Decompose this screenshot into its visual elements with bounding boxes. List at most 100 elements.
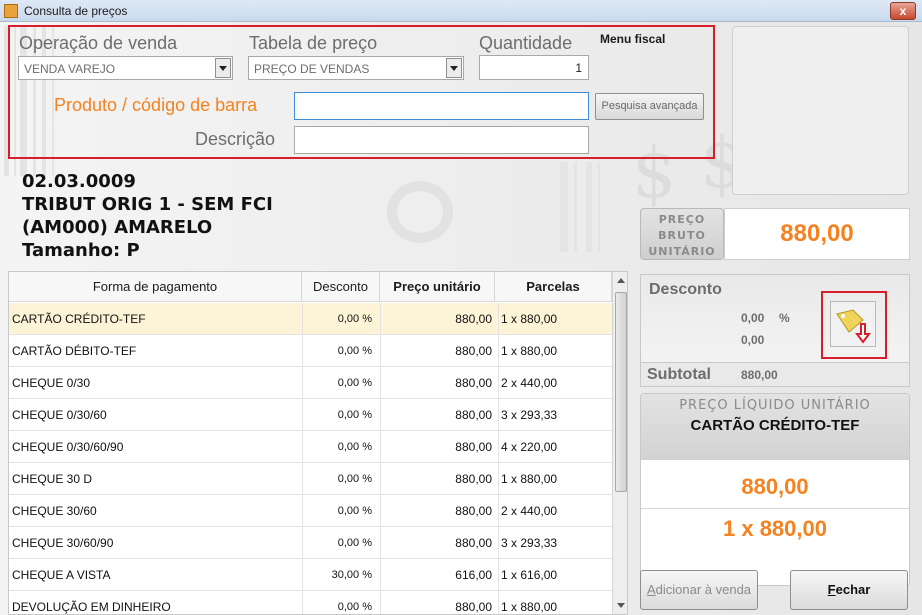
title-bar: Consulta de preços x	[0, 0, 922, 22]
scroll-up-icon[interactable]	[617, 278, 625, 283]
cell-forma: CHEQUE 0/30	[12, 376, 91, 390]
window-title: Consulta de preços	[24, 4, 128, 18]
scroll-down-icon[interactable]	[617, 603, 625, 608]
subtotal-bar: Subtotal 880,00	[641, 362, 909, 386]
cell-desconto: 0,00 %	[337, 345, 372, 357]
cell-preco: 880,00	[455, 504, 492, 518]
discount-panel: Desconto 0,00 % 0,00 Subtotal 880,00	[640, 274, 910, 387]
cell-parcelas: 2 x 440,00	[501, 376, 558, 390]
produto-input[interactable]	[294, 92, 589, 120]
quantidade-label: Quantidade	[479, 33, 573, 53]
fechar-button[interactable]: Fechar	[790, 570, 908, 610]
cell-forma: CHEQUE 30/60	[12, 504, 97, 518]
operacao-select[interactable]: VENDA VAREJO	[18, 56, 233, 80]
cell-desconto: 0,00 %	[337, 313, 372, 325]
cell-divider	[498, 399, 499, 431]
cell-forma: CHEQUE A VISTA	[12, 568, 111, 582]
cell-parcelas: 2 x 440,00	[501, 504, 558, 518]
cell-divider	[498, 431, 499, 463]
discount-title: Desconto	[649, 281, 722, 298]
cell-desconto: 0,00 %	[337, 409, 372, 421]
pesquisa-avancada-button[interactable]: Pesquisa avançada	[595, 93, 704, 120]
scroll-thumb[interactable]	[615, 292, 627, 492]
grid-header: Forma de pagamento Desconto Preço unitár…	[9, 272, 612, 302]
product-code: 02.03.0009	[22, 171, 136, 192]
operacao-value: VENDA VAREJO	[24, 62, 116, 76]
table-row[interactable]: CHEQUE 30/60/90 0,00 % 880,00 3 x 293,33	[9, 527, 612, 559]
cell-forma: CARTÃO CRÉDITO-TEF	[12, 312, 146, 326]
table-row[interactable]: CHEQUE 30/60 0,00 % 880,00 2 x 440,00	[9, 495, 612, 527]
cell-divider	[302, 527, 303, 559]
cell-divider	[302, 495, 303, 527]
net-price-header: PREÇO LÍQUIDO UNITÁRIO CARTÃO CRÉDITO-TE…	[641, 394, 909, 460]
cell-divider	[498, 463, 499, 495]
cell-desconto: 0,00 %	[337, 537, 372, 549]
product-line-1: TRIBUT ORIG 1 - SEM FCI	[22, 194, 273, 215]
operacao-label: Operação de venda	[19, 33, 178, 53]
descricao-label: Descrição	[195, 129, 276, 149]
grid-scrollbar[interactable]	[612, 272, 627, 614]
app-icon	[4, 4, 18, 18]
cell-divider	[302, 463, 303, 495]
column-header-preco[interactable]: Preço unitário	[380, 272, 495, 302]
cell-divider	[380, 335, 381, 367]
column-header-forma[interactable]: Forma de pagamento	[9, 272, 302, 302]
payment-grid: Forma de pagamento Desconto Preço unitár…	[8, 271, 628, 615]
cell-divider	[302, 559, 303, 591]
cell-desconto: 0,00 %	[337, 377, 372, 389]
cell-preco: 616,00	[455, 568, 492, 582]
quantidade-input[interactable]	[479, 55, 589, 80]
table-row[interactable]: CHEQUE 0/30 0,00 % 880,00 2 x 440,00	[9, 367, 612, 399]
product-line-2: (AM000) AMARELO	[22, 217, 213, 238]
chevron-down-icon[interactable]	[446, 58, 462, 78]
chevron-down-icon[interactable]	[215, 58, 231, 78]
cell-divider	[380, 591, 381, 614]
grid-body: CARTÃO CRÉDITO-TEF 0,00 % 880,00 1 x 880,00…	[9, 303, 612, 614]
cell-divider	[302, 367, 303, 399]
cell-divider	[498, 303, 499, 335]
descricao-input[interactable]	[294, 126, 589, 154]
column-header-desconto[interactable]: Desconto	[302, 272, 380, 302]
cell-preco: 880,00	[455, 344, 492, 358]
cell-forma: CHEQUE 0/30/60	[12, 408, 107, 422]
adicionar-venda-button[interactable]: Adicionar à venda	[640, 570, 758, 610]
table-row[interactable]: CARTÃO CRÉDITO-TEF 0,00 % 880,00 1 x 880,00	[9, 303, 612, 335]
cell-preco: 880,00	[455, 472, 492, 486]
product-image-panel	[732, 26, 909, 195]
cell-divider	[380, 303, 381, 335]
cell-preco: 880,00	[455, 440, 492, 454]
net-price-title: PREÇO LÍQUIDO UNITÁRIO	[679, 398, 871, 413]
table-row[interactable]: CHEQUE 0/30/60/90 0,00 % 880,00 4 x 220,00	[9, 431, 612, 463]
table-row[interactable]: CARTÃO DÉBITO-TEF 0,00 % 880,00 1 x 880,00	[9, 335, 612, 367]
cell-parcelas: 1 x 880,00	[501, 344, 558, 358]
column-header-parcelas[interactable]: Parcelas	[495, 272, 612, 302]
cell-desconto: 0,00 %	[337, 505, 372, 517]
net-price-divider	[641, 508, 909, 509]
menu-fiscal-link[interactable]: Menu fiscal	[600, 32, 665, 46]
cell-divider	[380, 399, 381, 431]
cell-parcelas: 3 x 293,33	[501, 536, 558, 550]
table-row[interactable]: DEVOLUÇÃO EM DINHEIRO 0,00 % 880,00 1 x 880…	[9, 591, 612, 614]
cell-parcelas: 4 x 220,00	[501, 440, 558, 454]
cell-forma: CHEQUE 30 D	[12, 472, 93, 486]
subtotal-value: 880,00	[741, 368, 778, 382]
cell-parcelas: 1 x 616,00	[501, 568, 558, 582]
cell-forma: CHEQUE 30/60/90	[12, 536, 114, 550]
cell-parcelas: 1 x 880,00	[501, 312, 558, 326]
cell-preco: 880,00	[455, 408, 492, 422]
cell-desconto: 0,00 %	[337, 441, 372, 453]
tabela-select[interactable]: PREÇO DE VENDAS	[248, 56, 464, 80]
cell-preco: 880,00	[455, 312, 492, 326]
cell-desconto: 0,00 %	[337, 601, 372, 613]
table-row[interactable]: CHEQUE 0/30/60 0,00 % 880,00 3 x 293,33	[9, 399, 612, 431]
table-row[interactable]: CHEQUE 30 D 0,00 % 880,00 1 x 880,00	[9, 463, 612, 495]
window-close-button[interactable]: x	[890, 2, 916, 20]
apply-discount-button[interactable]	[830, 301, 876, 347]
cell-divider	[498, 495, 499, 527]
cell-divider	[302, 591, 303, 614]
cell-divider	[302, 399, 303, 431]
table-row[interactable]: CHEQUE A VISTA 30,00 % 616,00 1 x 616,00	[9, 559, 612, 591]
cell-divider	[380, 431, 381, 463]
cell-divider	[380, 463, 381, 495]
net-price-panel: PREÇO LÍQUIDO UNITÁRIO CARTÃO CRÉDITO-TE…	[640, 393, 910, 586]
